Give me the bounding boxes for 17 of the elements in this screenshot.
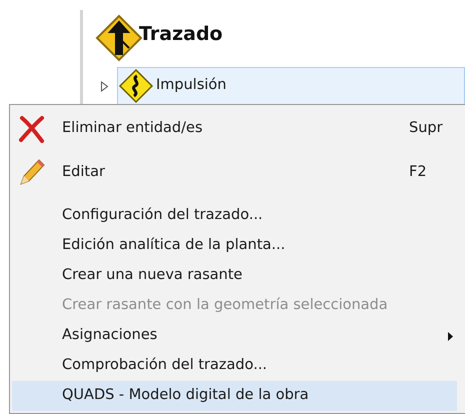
expand-arrow-icon[interactable] xyxy=(100,80,109,92)
shortcut-key: F2 xyxy=(409,162,427,184)
menu-item[interactable]: Eliminar entidad/es Supr xyxy=(12,107,457,151)
menu-item[interactable]: Crear una nueva rasante xyxy=(12,261,457,291)
tree-item[interactable]: Impulsión xyxy=(117,67,465,105)
winding-road-sign-icon xyxy=(118,68,154,104)
menu-item[interactable]: QUADS - Modelo digital de la obra xyxy=(12,381,457,411)
submenu-arrow-icon xyxy=(448,332,453,340)
tree-title: Trazado xyxy=(139,22,223,47)
menu-item[interactable]: Asignaciones xyxy=(12,321,457,351)
menu-item[interactable]: Comprobación del trazado... xyxy=(12,351,457,381)
pencil-icon xyxy=(18,157,46,187)
shortcut-key: Supr xyxy=(409,118,443,140)
menu-item[interactable]: Edición analítica de la planta... xyxy=(12,231,457,261)
menu-item[interactable]: Editar F2 xyxy=(12,151,457,195)
menu-item[interactable]: Configuración del trazado... xyxy=(12,201,457,231)
delete-icon xyxy=(18,115,46,143)
